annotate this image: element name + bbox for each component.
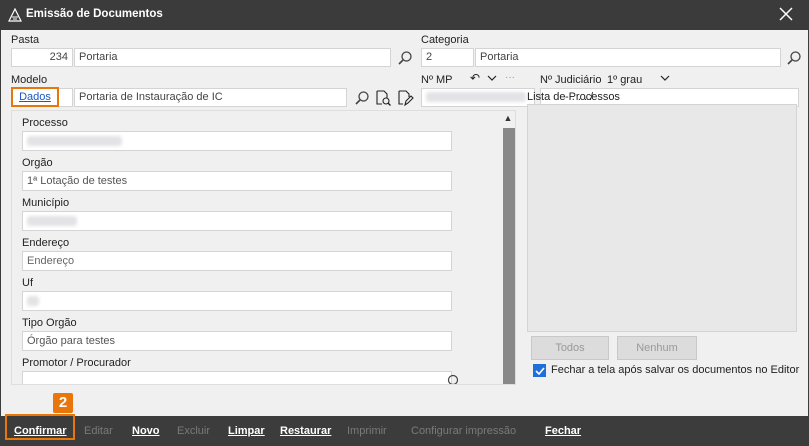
scroll-up-icon[interactable]: ▲: [500, 113, 515, 127]
endereco-label: Endereço: [22, 237, 70, 249]
dados-panel: Processo Orgão 1ª Lotação de testes Muni…: [11, 110, 516, 385]
document-search-icon[interactable]: [374, 89, 392, 107]
municipio-field[interactable]: [22, 211, 452, 231]
grau-label: 1º grau: [607, 74, 643, 86]
grau-chevron-down-icon[interactable]: [660, 74, 670, 82]
limpar-button[interactable]: Limpar: [228, 416, 265, 446]
orgao-field[interactable]: 1ª Lotação de testes: [22, 171, 452, 191]
uf-field[interactable]: [22, 291, 452, 311]
nmp-chevron-down-icon[interactable]: [487, 74, 497, 82]
checkmark-icon: [535, 367, 545, 376]
title-bar: Emissão de Documentos: [0, 0, 809, 30]
fechar-button[interactable]: Fechar: [545, 416, 581, 446]
redacted-value: [27, 136, 122, 147]
imprimir-button[interactable]: Imprimir: [347, 416, 387, 446]
categoria-code-field[interactable]: 2: [421, 48, 474, 67]
modelo-label: Modelo: [11, 74, 48, 86]
close-icon[interactable]: [777, 5, 795, 23]
tipo-orgao-field[interactable]: Órgão para testes: [22, 331, 452, 351]
novo-button[interactable]: Novo: [132, 416, 160, 446]
window-title: Emissão de Documentos: [26, 8, 163, 20]
restaurar-button[interactable]: Restaurar: [280, 416, 331, 446]
modelo-search-icon[interactable]: [354, 90, 370, 106]
todos-button[interactable]: Todos: [531, 336, 609, 360]
judiciario-label: Nº Judiciário: [540, 74, 602, 86]
lista-processos-label: Lista de Processos: [527, 91, 620, 103]
promotor-search-icon[interactable]: [446, 373, 460, 385]
scrollbar-thumb[interactable]: [503, 128, 515, 384]
tipo-orgao-label: Tipo Orgão: [22, 317, 77, 329]
modelo-name-field[interactable]: Portaria de Instauração de IC: [74, 88, 347, 107]
bottom-toolbar: Confirmar Editar Novo Excluir Limpar Res…: [0, 416, 809, 446]
categoria-search-icon[interactable]: [786, 50, 802, 66]
uf-label: Uf: [22, 277, 33, 289]
pasta-search-icon[interactable]: [397, 50, 413, 66]
more-icon[interactable]: ···: [505, 72, 515, 83]
processo-field[interactable]: [22, 131, 452, 151]
lista-processos-box[interactable]: [527, 104, 797, 332]
app-icon: [8, 8, 22, 22]
tab-dados[interactable]: Dados: [11, 87, 59, 107]
categoria-name-field[interactable]: Portaria: [475, 48, 781, 67]
promotor-field[interactable]: [22, 371, 452, 384]
processo-label: Processo: [22, 117, 68, 129]
orgao-label: Orgão: [22, 157, 53, 169]
excluir-button[interactable]: Excluir: [177, 416, 210, 446]
undo-arrow-icon[interactable]: ↶: [470, 71, 480, 85]
municipio-label: Município: [22, 197, 70, 209]
confirmar-highlight: [5, 414, 75, 440]
pasta-code-field[interactable]: 234: [11, 48, 73, 67]
nmp-field[interactable]: [421, 88, 535, 107]
fechar-checkbox-label[interactable]: Fechar a tela após salvar os documentos …: [551, 364, 799, 376]
endereco-field[interactable]: Endereço: [22, 251, 452, 271]
configurar-impressao-button[interactable]: Configurar impressão: [411, 416, 516, 446]
editar-button[interactable]: Editar: [84, 416, 113, 446]
nenhum-button[interactable]: Nenhum: [617, 336, 697, 360]
document-edit-icon[interactable]: [396, 89, 414, 107]
redacted-value: [426, 92, 526, 103]
vertical-scrollbar[interactable]: ▲: [500, 111, 515, 384]
pasta-label: Pasta: [11, 34, 40, 46]
redacted-value: [27, 216, 77, 227]
nmp-label: Nº MP: [421, 74, 453, 86]
fechar-checkbox[interactable]: [533, 364, 546, 377]
tab-dados-label: Dados: [19, 91, 51, 103]
pasta-name-field[interactable]: Portaria: [74, 48, 391, 67]
redacted-value: [27, 296, 39, 307]
promotor-label: Promotor / Procurador: [22, 357, 131, 369]
step-badge-2: 2: [53, 393, 73, 413]
categoria-label: Categoria: [421, 34, 469, 46]
